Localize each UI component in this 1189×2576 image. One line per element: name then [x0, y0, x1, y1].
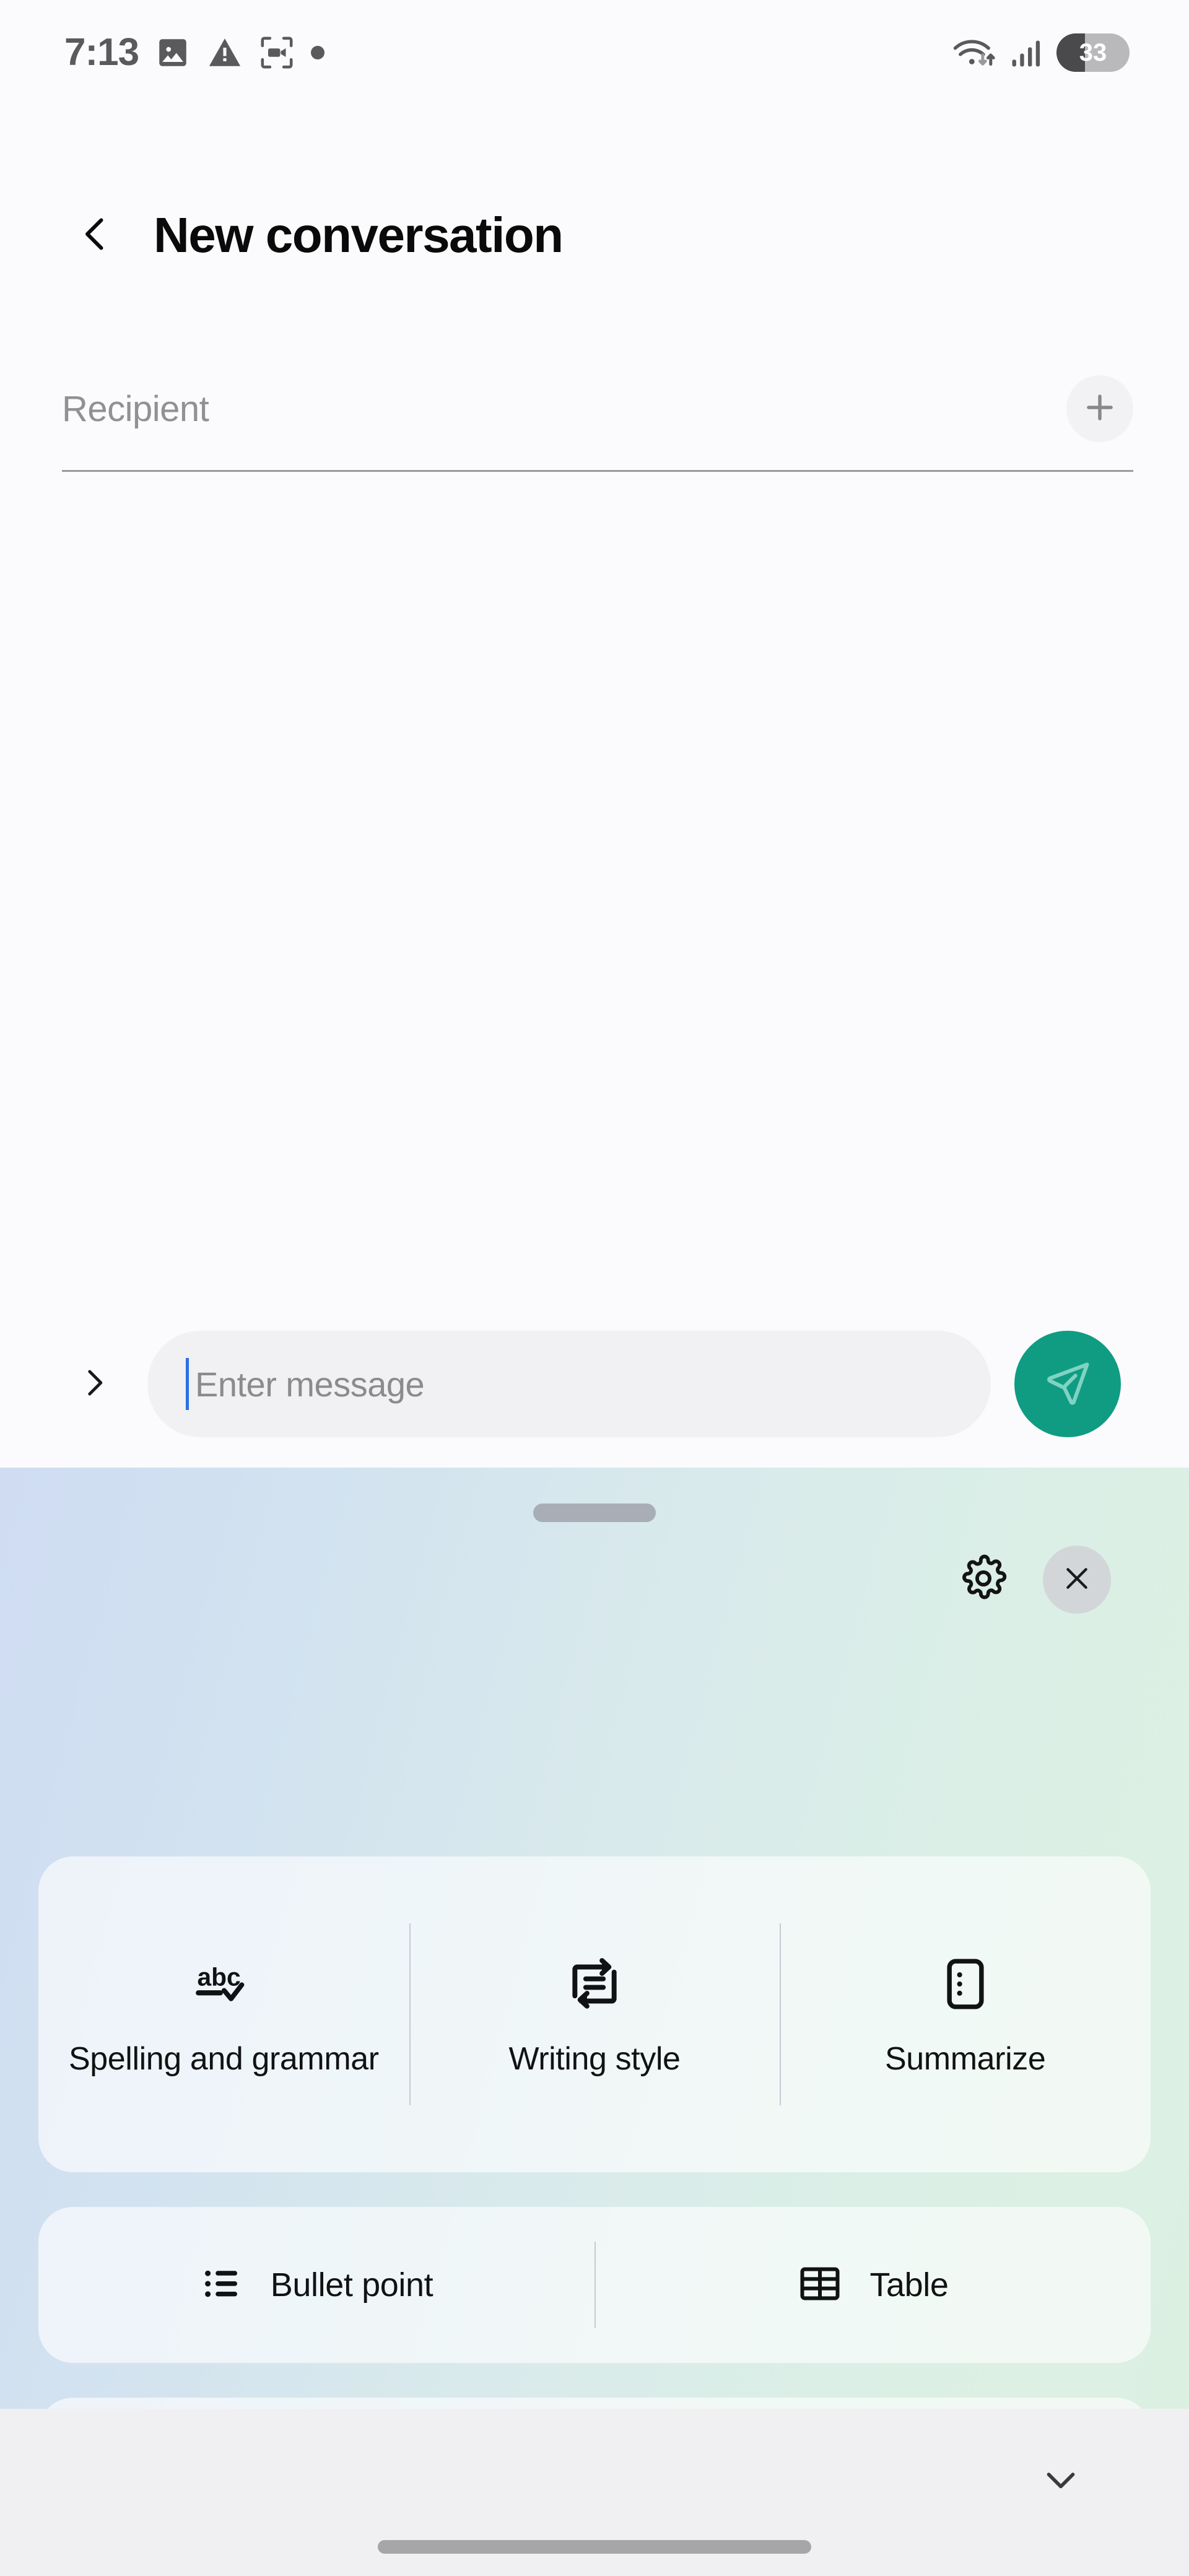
back-button[interactable] — [67, 207, 123, 263]
close-sheet-button[interactable] — [1043, 1546, 1111, 1614]
page-title: New conversation — [154, 207, 564, 263]
summary-list-icon — [936, 1949, 995, 2019]
home-gesture-bar[interactable] — [378, 2540, 811, 2554]
cellular-signal-icon — [1011, 35, 1045, 70]
send-button[interactable] — [1014, 1331, 1121, 1437]
phone-screen: 7:13 33 New conversation Recipient Enter… — [0, 0, 1189, 2576]
conversation-body — [0, 489, 1189, 1288]
abc-spellcheck-icon: abc — [191, 1949, 256, 2019]
tool-label: Spelling and grammar — [68, 2041, 379, 2078]
send-paper-plane-icon — [1039, 1354, 1096, 1414]
chevron-down-icon — [1039, 2458, 1083, 2505]
close-x-icon — [1060, 1562, 1094, 1598]
message-input-placeholder: Enter message — [195, 1364, 425, 1404]
sheet-drag-handle[interactable] — [533, 1503, 656, 1522]
recipient-underline — [62, 470, 1133, 472]
chevron-left-icon — [72, 212, 117, 259]
app-header: New conversation — [0, 180, 1189, 291]
sheet-action-bar — [951, 1546, 1111, 1614]
gear-icon — [959, 1554, 1008, 1606]
status-bar: 7:13 33 — [0, 0, 1189, 105]
chevron-right-icon — [76, 1365, 112, 1404]
wifi-icon — [951, 33, 1000, 72]
battery-indicator: 33 — [1056, 33, 1130, 72]
plus-icon — [1081, 388, 1119, 430]
tool-bullet-point[interactable]: Bullet point — [38, 2207, 594, 2363]
message-input-bar: Enter message — [0, 1300, 1189, 1468]
message-input-field[interactable]: Enter message — [147, 1331, 991, 1437]
bottom-navigation-bar — [0, 2409, 1189, 2576]
status-bar-left: 7:13 — [64, 31, 325, 74]
bullet-list-icon — [200, 2261, 245, 2309]
image-icon — [155, 35, 191, 71]
tool-writing-style[interactable]: Writing style — [409, 1856, 780, 2172]
collapse-keyboard-button[interactable] — [1027, 2447, 1095, 2515]
tool-label: Summarize — [885, 2041, 1046, 2078]
screen-record-icon — [259, 35, 295, 71]
battery-percent-label: 33 — [1079, 38, 1107, 66]
settings-button[interactable] — [951, 1547, 1016, 1612]
dot-icon — [311, 46, 325, 59]
tool-label: Bullet point — [270, 2266, 433, 2304]
tool-label: Writing style — [508, 2041, 681, 2078]
table-grid-icon — [796, 2260, 843, 2310]
document-refresh-icon — [564, 1949, 625, 2019]
status-bar-right: 33 — [951, 33, 1130, 72]
tool-summarize[interactable]: Summarize — [780, 1856, 1151, 2172]
status-bar-clock: 7:13 — [64, 31, 139, 74]
ai-tools-card-primary: abc Spelling and grammar Writing style S… — [38, 1856, 1151, 2172]
text-caret — [186, 1358, 189, 1410]
warning-triangle-icon — [207, 35, 243, 71]
recipient-input[interactable] — [62, 388, 929, 430]
recipient-row — [62, 359, 1133, 483]
svg-text:abc: abc — [198, 1963, 241, 1991]
tool-composer[interactable]: Composer — [38, 2398, 1151, 2409]
ai-assistant-sheet: abc Spelling and grammar Writing style S… — [0, 1468, 1189, 2409]
tool-table[interactable]: Table — [594, 2207, 1151, 2363]
tool-label: Table — [869, 2266, 949, 2304]
add-recipient-button[interactable] — [1066, 375, 1133, 442]
ai-tools-card-secondary: Bullet point Table — [38, 2207, 1151, 2363]
expand-toolbar-button[interactable] — [64, 1354, 124, 1414]
tool-spelling-and-grammar[interactable]: abc Spelling and grammar — [38, 1856, 409, 2172]
